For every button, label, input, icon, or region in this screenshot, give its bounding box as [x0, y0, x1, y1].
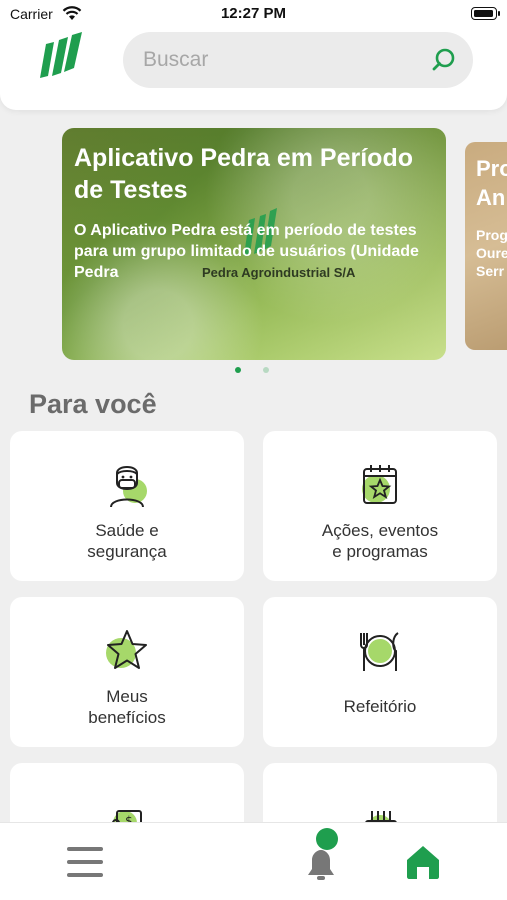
plate-cutlery-icon	[360, 632, 399, 671]
menu-icon[interactable]	[67, 845, 103, 879]
home-icon[interactable]	[404, 843, 442, 881]
banner-text: Prog Oure Serr	[476, 227, 507, 279]
search-icon[interactable]	[431, 47, 457, 73]
pagination-dot-active[interactable]	[235, 367, 241, 373]
tile-saude-seguranca[interactable]: Saúde e segurança	[10, 431, 244, 581]
tile-label: Saúde e segurança	[87, 521, 167, 561]
masked-person-icon	[110, 466, 147, 508]
search-input[interactable]	[143, 32, 413, 88]
star-icon	[106, 630, 147, 669]
tile-label: Refeitório	[343, 697, 417, 716]
tile-refeitorio[interactable]: Refeitório	[263, 597, 497, 747]
header: Carrier 12:27 PM	[0, 0, 507, 110]
tile-label: Meus benefícios	[88, 687, 166, 727]
company-logo	[40, 32, 82, 78]
banner-title: Aplicativo Pedra em Período de Testes	[74, 144, 413, 204]
battery-icon	[471, 7, 500, 20]
banner-title: Pro An	[476, 156, 507, 210]
carousel-slide-next[interactable]: Pro An Prog Oure Serr	[465, 142, 507, 350]
notification-badge	[316, 828, 338, 850]
clock: 12:27 PM	[220, 5, 287, 22]
bell-icon[interactable]	[302, 845, 340, 883]
status-bar: Carrier 12:27 PM	[0, 0, 507, 28]
bottom-tab-bar	[0, 822, 507, 900]
pagination-dot[interactable]	[263, 367, 269, 373]
carousel-slide-active[interactable]: Pedra Agroindustrial S/A Aplicativo Pedr…	[62, 128, 446, 360]
tile-acoes-eventos[interactable]: Ações, eventos e programas	[263, 431, 497, 581]
banner-text: O Aplicativo Pedra está em período de te…	[74, 222, 419, 281]
calendar-star-icon	[362, 465, 397, 504]
section-title: Para você	[29, 389, 157, 419]
tile-meus-beneficios[interactable]: Meus benefícios	[10, 597, 244, 747]
search-bar[interactable]	[123, 32, 473, 88]
tile-label: Ações, eventos e programas	[321, 521, 439, 561]
